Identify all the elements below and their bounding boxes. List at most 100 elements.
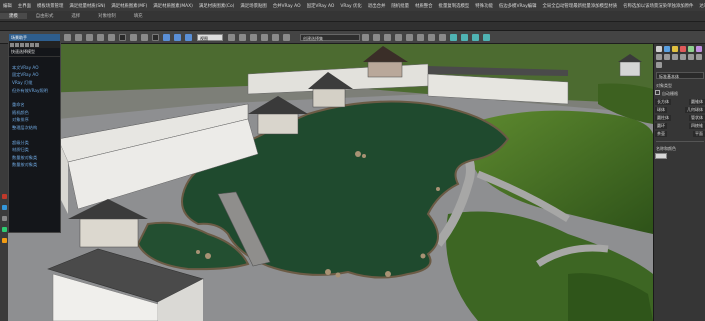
menu-item[interactable]: 退出合并 <box>365 3 389 9</box>
object-type-button[interactable]: 四棱锥 <box>689 123 705 129</box>
motion-icon[interactable] <box>680 46 686 52</box>
ribbon-icon[interactable] <box>406 33 413 41</box>
unlink-icon[interactable] <box>97 33 104 41</box>
menu-item[interactable]: 随机批量 <box>388 3 412 9</box>
panel-item[interactable]: 固定VRay AO <box>9 72 60 80</box>
named-selection-set-select[interactable]: 创建选择集 <box>300 33 360 41</box>
object-type-button[interactable]: 管状体 <box>689 115 705 121</box>
tool-icon[interactable] <box>1 194 7 199</box>
object-type-button[interactable]: 茶壶 <box>655 131 667 137</box>
rotate-icon[interactable] <box>174 33 181 41</box>
panel-item[interactable]: 重命名 <box>9 101 60 109</box>
utilities-icon[interactable] <box>696 46 702 52</box>
link-icon[interactable] <box>86 33 93 41</box>
lights-icon[interactable] <box>672 54 678 60</box>
checkbox-icon[interactable] <box>655 90 660 95</box>
panel-item[interactable]: 对象排序 <box>9 117 60 125</box>
color-swatch[interactable] <box>655 153 667 159</box>
panel-item[interactable]: 数量按对象类 <box>9 154 60 162</box>
window-icon[interactable] <box>152 33 159 41</box>
panel-item[interactable]: VRay 灯缆 <box>9 79 60 87</box>
teapot-icon[interactable] <box>483 33 490 41</box>
panel-item[interactable]: 超级分类 <box>9 139 60 147</box>
systems-icon[interactable] <box>656 62 662 68</box>
ribbon-tab[interactable]: 对象绘制 <box>89 13 125 19</box>
tab-icon[interactable] <box>15 42 19 47</box>
object-type-button[interactable]: 圆柱体 <box>655 115 671 121</box>
named-sel-icon[interactable] <box>362 33 369 41</box>
category-dropdown[interactable]: 标准基本体 <box>656 72 704 79</box>
angle-snap-icon[interactable] <box>261 33 268 41</box>
menu-item[interactable]: 固定VRay AO <box>304 3 338 9</box>
panel-item[interactable]: 本文VRay AO <box>9 64 60 72</box>
spinner-snap-icon[interactable] <box>283 33 290 41</box>
ribbon-tab[interactable]: 填充 <box>125 13 152 19</box>
menu-item[interactable]: 满足材质图素(MAX) <box>150 3 196 9</box>
modify-icon[interactable] <box>664 46 670 52</box>
menu-item[interactable]: 满足场景贴图 <box>237 3 269 9</box>
panel-item[interactable]: 整理层次结构 <box>9 124 60 132</box>
panel-item[interactable]: 但外有效VRay照明 <box>9 87 60 95</box>
schematic-icon[interactable] <box>428 33 435 41</box>
tool-icon[interactable] <box>1 205 7 210</box>
menu-item[interactable]: 模板场景管理 <box>34 3 66 9</box>
hierarchy-icon[interactable] <box>672 46 678 52</box>
helpers-icon[interactable] <box>688 54 694 60</box>
geometry-icon[interactable] <box>656 54 662 60</box>
menu-item[interactable]: 合并VRay AO <box>270 3 304 9</box>
menu-item[interactable]: 批量复制选模型 <box>436 3 473 9</box>
object-type-button[interactable]: 球体 <box>655 107 667 113</box>
menu-item[interactable]: 材质整合 <box>412 3 436 9</box>
ribbon-tab[interactable]: 选择 <box>62 13 89 19</box>
pivot-icon[interactable] <box>239 33 246 41</box>
menu-item[interactable]: 全局全自动管理最新批量添加模型材质 <box>539 3 620 9</box>
move-icon[interactable] <box>163 33 170 41</box>
align-icon[interactable] <box>384 33 391 41</box>
cameras-icon[interactable] <box>680 54 686 60</box>
create-icon[interactable] <box>656 46 662 52</box>
menu-item[interactable]: 特殊功能 <box>472 3 496 9</box>
render-setup-icon[interactable] <box>450 33 457 41</box>
scale-icon[interactable] <box>185 33 192 41</box>
tab-icon[interactable] <box>20 42 24 47</box>
view-select[interactable]: 视图 <box>197 33 223 41</box>
rect-select-icon[interactable] <box>141 33 148 41</box>
menu-item[interactable]: 编辑 <box>0 3 15 9</box>
menu-item[interactable]: 主界面 <box>15 3 34 9</box>
render-frame-icon[interactable] <box>461 33 468 41</box>
layer-icon[interactable] <box>395 33 402 41</box>
select-icon[interactable] <box>119 33 126 41</box>
menu-item[interactable]: 达可以使用全部文件路 <box>696 3 705 9</box>
shapes-icon[interactable] <box>664 54 670 60</box>
tool-icon[interactable] <box>1 227 7 232</box>
tab-icon[interactable] <box>10 42 14 47</box>
tab-icon[interactable] <box>30 42 34 47</box>
material-icon[interactable] <box>439 33 446 41</box>
ribbon-tab[interactable]: 自由形式 <box>27 13 63 19</box>
tool-icon[interactable] <box>1 216 7 221</box>
tab-icon[interactable] <box>35 42 39 47</box>
menu-item[interactable]: 低边多模VRay编辑 <box>496 3 540 9</box>
object-type-button[interactable]: 圆锥体 <box>689 99 705 105</box>
undo-icon[interactable] <box>64 33 71 41</box>
curve-icon[interactable] <box>417 33 424 41</box>
menu-item[interactable]: 满足批量材质(SN) <box>66 3 108 9</box>
select-name-icon[interactable] <box>130 33 137 41</box>
display-icon[interactable] <box>688 46 694 52</box>
tab-icon[interactable] <box>25 42 29 47</box>
object-type-button[interactable]: 几何球体 <box>685 107 705 113</box>
menu-item[interactable]: 名称选加以该场景渲染单独添加原件 <box>620 3 696 9</box>
menu-item[interactable]: 满足材质图素(Co) <box>196 3 238 9</box>
viewport[interactable] <box>8 44 653 321</box>
object-type-button[interactable]: 圆环 <box>655 123 667 129</box>
panel-item[interactable]: 数量按对象类 <box>9 162 60 170</box>
bind-icon[interactable] <box>108 33 115 41</box>
render-icon[interactable] <box>472 33 479 41</box>
panel-item[interactable]: 材质归类 <box>9 146 60 154</box>
ribbon-tab[interactable]: 建模 <box>0 13 27 19</box>
snap-icon[interactable] <box>250 33 257 41</box>
redo-icon[interactable] <box>75 33 82 41</box>
menu-item[interactable]: 满足材质图素(MF) <box>108 3 150 9</box>
object-type-button[interactable]: 长方体 <box>655 99 671 105</box>
menu-item[interactable]: VRay 优化 <box>337 3 364 9</box>
